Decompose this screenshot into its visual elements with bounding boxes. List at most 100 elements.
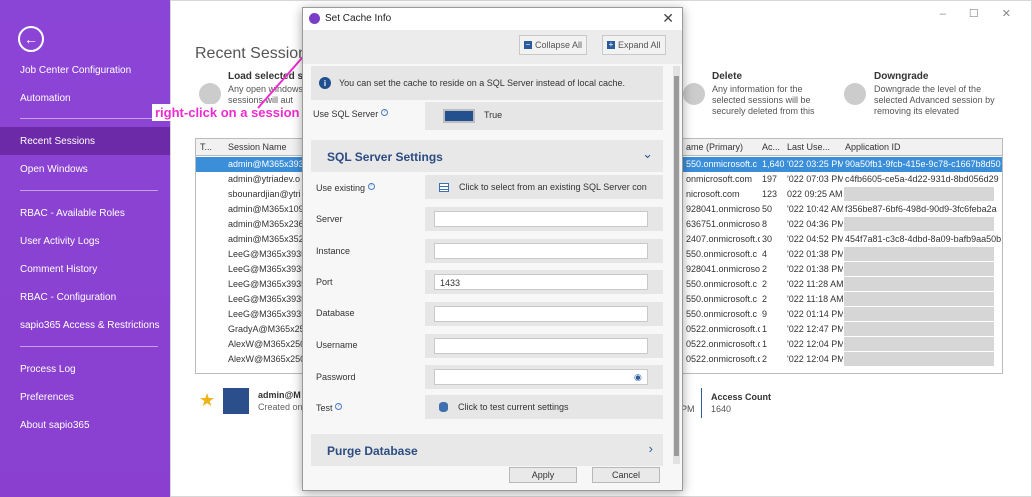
sidebar-item-job-center[interactable]: Job Center Configuration <box>20 65 131 76</box>
server-field[interactable] <box>434 211 648 227</box>
instance-field[interactable] <box>434 243 648 259</box>
table-icon <box>439 182 449 192</box>
table-cell-count: 1,640 <box>762 159 784 169</box>
table-cell-last: '022 04:36 PM <box>787 219 843 229</box>
empty-cell <box>844 277 994 291</box>
chevron-right-icon[interactable]: › <box>649 441 653 456</box>
table-cell-primary: 2407.onmicrosoft.c <box>686 234 760 244</box>
window-controls[interactable]: – ☐ ✕ <box>940 7 1021 20</box>
downgrade-action[interactable]: Downgrade Downgrade the level of the sel… <box>874 71 995 117</box>
downgrade-icon <box>844 83 866 105</box>
table-cell-app: f356be87-6bf6-498d-90d9-3fc6feba2a <box>845 204 997 214</box>
use-existing-button[interactable]: Click to select from an existing SQL Ser… <box>425 175 663 199</box>
delete-action-title: Delete <box>712 71 743 82</box>
sidebar-item-rbac-roles[interactable]: RBAC - Available Roles <box>20 208 125 219</box>
collapse-all-button[interactable]: − Collapse All <box>519 35 588 55</box>
column-header-last-used[interactable]: Last Use... <box>787 142 830 152</box>
sidebar-item-access-restrictions[interactable]: sapio365 Access & Restrictions <box>20 320 160 331</box>
collapse-all-label: Collapse All <box>535 40 583 50</box>
instance-label: Instance <box>316 246 351 256</box>
apply-button[interactable]: Apply <box>509 467 577 483</box>
sidebar-divider <box>20 118 158 119</box>
cancel-button[interactable]: Cancel <box>592 467 660 483</box>
username-field[interactable] <box>434 338 648 354</box>
chevron-down-icon[interactable]: ⌄ <box>642 146 653 162</box>
test-settings-button[interactable]: Click to test current settings <box>425 395 663 419</box>
session-detail-created: Created on <box>258 402 303 412</box>
table-cell-last: '022 04:52 PM <box>787 234 843 244</box>
table-cell-app: 454f7a81-c3c8-4dbd-8a09-bafb9aa50b <box>845 234 1002 244</box>
table-cell-primary: 550.onmicrosoft.c <box>686 249 758 259</box>
sidebar-item-rbac-config[interactable]: RBAC - Configuration <box>20 292 116 303</box>
table-cell-primary: 550.onmicrosoft.c <box>686 309 758 319</box>
expand-all-label: Expand All <box>618 40 661 50</box>
sidebar-item-recent-sessions[interactable]: Recent Sessions <box>0 127 170 155</box>
back-arrow-icon[interactable]: ← <box>18 26 44 52</box>
table-cell-primary: 0522.onmicrosoft.c <box>686 354 760 364</box>
help-icon[interactable]: ? <box>380 109 388 116</box>
port-field[interactable]: 1433 <box>434 274 648 290</box>
column-header-application-id[interactable]: Application ID <box>845 142 901 152</box>
table-cell-primary: 928041.onmicrosoft <box>686 264 760 274</box>
table-cell-app: 90a50fb1-9fcb-415e-9c78-c1667b8d50 <box>845 159 1001 169</box>
empty-cell <box>844 217 994 231</box>
table-cell-last: 022 09:25 AM <box>787 189 843 199</box>
eye-icon[interactable]: ◉ <box>634 372 642 383</box>
expand-all-button[interactable]: + Expand All <box>602 35 666 55</box>
table-cell-count: 4 <box>762 249 768 259</box>
table-cell-last: '022 11:18 AM <box>787 294 843 304</box>
column-header-type[interactable]: T... <box>200 142 212 152</box>
close-icon[interactable]: ✕ <box>662 10 674 27</box>
column-header-primary[interactable]: ame (Primary) <box>686 142 743 152</box>
help-icon[interactable]: ? <box>367 183 375 190</box>
sidebar-item-comment-history[interactable]: Comment History <box>20 264 97 275</box>
database-label: Database <box>316 308 355 318</box>
table-cell-last: '022 01:14 PM <box>787 309 843 319</box>
column-header-access[interactable]: Ac... <box>762 142 780 152</box>
table-cell-count: 2 <box>762 279 768 289</box>
collapse-icon: − <box>524 40 532 49</box>
table-cell-primary: 550.onmicrosoft.c <box>686 159 758 169</box>
password-field[interactable] <box>434 369 648 385</box>
annotation-label: right-click on a session <box>152 104 303 121</box>
table-cell-primary: 0522.onmicrosoft.c <box>686 339 760 349</box>
column-header-session-name[interactable]: Session Name <box>228 142 287 152</box>
sidebar-item-preferences[interactable]: Preferences <box>20 392 74 403</box>
table-cell-count: 9 <box>762 309 768 319</box>
database-field[interactable] <box>434 306 648 322</box>
table-cell-app: c4fb6605-ce5a-4d22-931d-8bd056d29 <box>845 174 999 184</box>
downgrade-action-title: Downgrade <box>874 71 929 82</box>
empty-cell <box>844 322 994 336</box>
delete-action-desc: securely deleted from this <box>712 106 815 116</box>
expand-icon: + <box>607 40 615 49</box>
sql-section-title: SQL Server Settings <box>327 150 443 164</box>
use-existing-action-text: Click to select from an existing SQL Ser… <box>459 182 647 192</box>
table-cell-last: '022 01:38 PM <box>787 249 843 259</box>
table-cell-count: 1 <box>762 324 768 334</box>
table-cell-count: 1 <box>762 339 768 349</box>
dialog-scrollbar[interactable] <box>673 66 680 464</box>
help-icon[interactable]: ? <box>335 403 343 410</box>
purge-database-section[interactable]: Purge Database › <box>311 434 663 466</box>
sidebar-item-open-windows[interactable]: Open Windows <box>20 164 88 175</box>
delete-action[interactable]: Delete Any information for the selected … <box>712 71 815 117</box>
table-cell-count: 123 <box>762 189 778 199</box>
scrollbar-thumb[interactable] <box>674 76 679 456</box>
table-cell-count: 50 <box>762 204 773 214</box>
info-text: You can set the cache to reside on a SQL… <box>339 78 626 88</box>
sidebar-item-about[interactable]: About sapio365 <box>20 420 90 431</box>
table-cell-count: 8 <box>762 219 768 229</box>
table-cell-primary: nicrosoft.com <box>686 189 740 199</box>
sidebar-item-automation[interactable]: Automation <box>20 93 71 104</box>
password-label: Password <box>316 372 356 382</box>
delete-action-desc: selected sessions will be <box>712 95 811 105</box>
trash-icon <box>683 83 705 105</box>
downgrade-action-desc: Downgrade the level of the <box>874 84 982 94</box>
sql-server-settings-section[interactable]: SQL Server Settings ⌄ <box>311 140 663 172</box>
empty-cell <box>844 337 994 351</box>
sidebar-item-user-activity[interactable]: User Activity Logs <box>20 236 99 247</box>
table-cell-last: '022 03:25 PM <box>787 159 843 169</box>
table-cell-primary: onmicrosoft.com <box>686 174 753 184</box>
sidebar-item-process-log[interactable]: Process Log <box>20 364 76 375</box>
use-sql-server-toggle[interactable] <box>443 109 475 123</box>
